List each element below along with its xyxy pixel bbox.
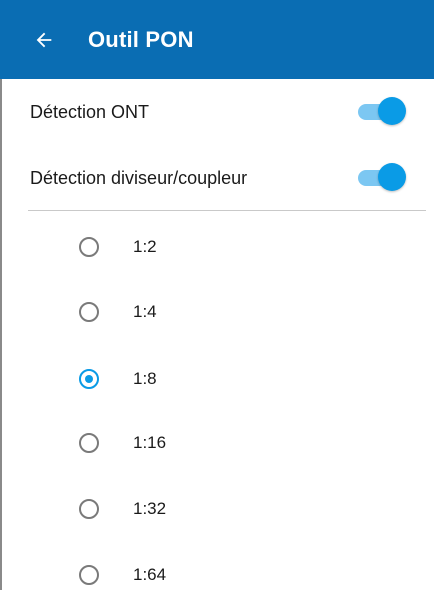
radio-option-1-32[interactable]: 1:32 [2, 479, 434, 539]
radio-label: 1:32 [133, 499, 167, 518]
radio-option-1-16[interactable]: 1:16 [2, 413, 434, 473]
toggle-row-ont-detection[interactable]: Détection ONT [2, 82, 434, 142]
radio-button[interactable] [79, 499, 99, 519]
radio-label: 1:64 [133, 565, 167, 584]
radio-label: 1:16 [133, 433, 167, 452]
radio-dot [85, 375, 93, 383]
back-button[interactable] [24, 20, 64, 60]
radio-button[interactable] [79, 237, 99, 257]
radio-button[interactable] [79, 369, 99, 389]
ont-detection-switch[interactable] [356, 97, 408, 127]
radio-label: 1:4 [133, 302, 157, 321]
radio-option-1-8[interactable]: 1:8 [2, 349, 434, 409]
radio-button[interactable] [79, 565, 99, 585]
toggle-label-splitter-detection: Détection diviseur/coupleur [30, 167, 248, 188]
radio-option-1-4[interactable]: 1:4 [2, 282, 434, 342]
splitter-detection-switch[interactable] [356, 163, 408, 193]
radio-label: 1:8 [133, 369, 157, 388]
arrow-left-icon [36, 32, 52, 47]
settings-content: Détection ONT Détection diviseur/coupleu… [0, 79, 434, 590]
radio-option-1-2[interactable]: 1:2 [2, 217, 434, 277]
switch-thumb [378, 97, 406, 125]
page-title: Outil PON [88, 26, 194, 52]
app-bar: Outil PON [0, 0, 434, 79]
radio-button[interactable] [79, 433, 99, 453]
divider [28, 210, 426, 211]
radio-label: 1:2 [133, 237, 157, 256]
toggle-row-splitter-detection[interactable]: Détection diviseur/coupleur [2, 148, 434, 208]
radio-button[interactable] [79, 302, 99, 322]
switch-thumb [378, 163, 406, 191]
toggle-label-ont-detection: Détection ONT [30, 101, 150, 122]
radio-option-1-64[interactable]: 1:64 [2, 545, 434, 605]
